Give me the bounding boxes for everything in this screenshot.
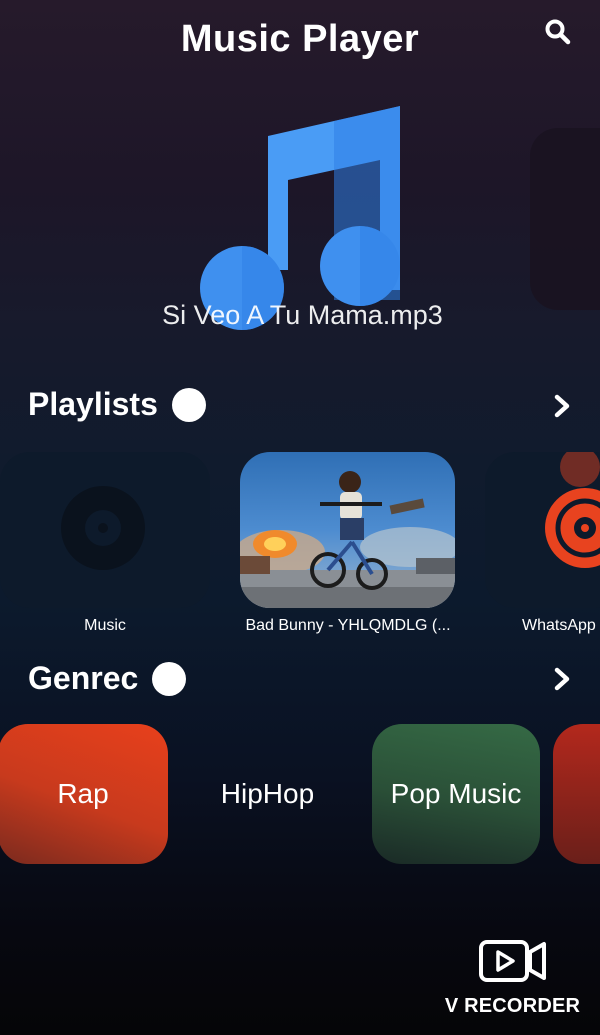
- chevron-right-icon: [554, 667, 570, 691]
- playlist-label-bad-bunny: Bad Bunny - YHLQMDLG (...: [245, 617, 451, 634]
- search-icon: [545, 19, 571, 45]
- genre-label-rap: Rap: [57, 778, 109, 809]
- playlists-title: Playlists: [28, 386, 158, 422]
- playlist-label-whatsapp: WhatsApp: [522, 617, 596, 634]
- genres-see-all-button[interactable]: [548, 665, 576, 693]
- app-title: Music Player: [180, 18, 420, 60]
- genre-card-pop-music[interactable]: Pop Music: [372, 724, 540, 864]
- chevron-right-icon: [554, 394, 570, 418]
- search-button[interactable]: [538, 14, 578, 50]
- playlists-see-all-button[interactable]: [548, 392, 576, 420]
- recorder-watermark: V RECORDER: [440, 938, 585, 1018]
- vinyl-icon: [545, 452, 600, 568]
- next-track-card[interactable]: [530, 128, 600, 310]
- genre-card-hiphop[interactable]: HipHop: [185, 724, 350, 864]
- track-name: Si Veo A Tu Mama.mp3: [162, 300, 443, 330]
- genre-card-next[interactable]: [553, 724, 600, 864]
- genre-label-hiphop: HipHop: [220, 778, 315, 809]
- music-player-screen: Music Player Si Veo A Tu Mama.mp3 Playli…: [0, 0, 600, 1035]
- watermark-text: V RECORDER: [444, 995, 581, 1017]
- playlist-card-music[interactable]: [0, 452, 210, 608]
- playlist-label-music: Music: [84, 617, 126, 634]
- playlists-indicator-dot: [171, 387, 206, 422]
- album-cover-image: [240, 452, 455, 608]
- genres-title: Genrec: [28, 660, 139, 696]
- playlist-card-bad-bunny[interactable]: [240, 452, 455, 608]
- genre-label-pop-music: Pop Music: [390, 778, 522, 809]
- video-recorder-icon: [478, 940, 546, 982]
- genre-card-rap[interactable]: Rap: [0, 724, 168, 864]
- playlists-header: Playlists: [28, 386, 206, 423]
- genres-header: Genrec: [28, 660, 187, 697]
- genres-indicator-dot: [152, 661, 187, 696]
- playlist-card-whatsapp[interactable]: [485, 452, 600, 608]
- vinyl-icon: [61, 486, 145, 570]
